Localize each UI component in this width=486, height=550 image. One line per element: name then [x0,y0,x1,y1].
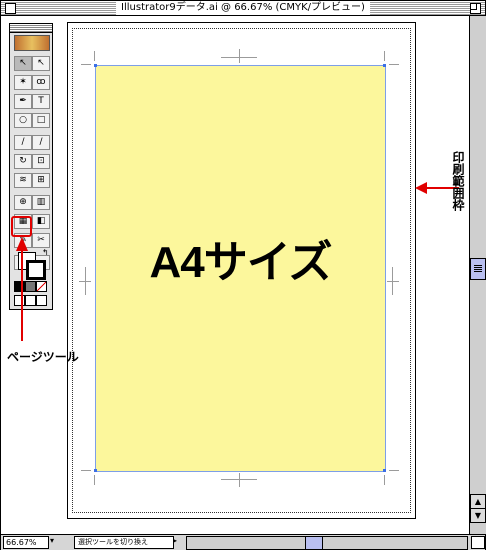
rectangle-tool-icon[interactable]: □ [32,113,50,128]
color-mode-icon[interactable] [14,281,25,292]
document-window: Illustrator9データ.ai @ 66.67% (CMYK/プレビュー)… [0,0,486,550]
horizontal-scrollbar[interactable] [186,536,468,550]
center-mark [239,473,240,487]
selection-tool-icon[interactable]: ↖ [14,56,32,71]
scissors-tool-icon[interactable]: ✂ [32,233,50,248]
stroke-swatch[interactable] [26,260,46,280]
center-mark [239,49,240,63]
type-tool-icon[interactable]: T [32,94,50,109]
illustrator-logo-icon[interactable] [14,35,50,51]
trim-mark [94,51,95,61]
trim-mark [389,470,399,471]
trim-mark [384,475,385,485]
center-mark [387,281,399,282]
resize-box-icon[interactable] [471,536,485,549]
vertical-scroll-thumb[interactable] [470,258,486,280]
graph-tool-icon[interactable]: ▥ [32,195,50,210]
center-mark [79,281,91,282]
scroll-down-arrow-icon[interactable]: ▼ [470,508,486,523]
full-screen-mode-icon[interactable] [36,295,47,306]
zoom-dropdown-arrow-icon[interactable]: ▾ [50,536,54,545]
trim-mark [94,475,95,485]
window-titlebar[interactable]: Illustrator9データ.ai @ 66.67% (CMYK/プレビュー) [1,1,485,16]
close-box-icon[interactable] [5,3,16,14]
magic-wand-tool-icon[interactable]: ✶ [14,75,32,90]
status-dropdown-arrow-icon[interactable]: ▸ [173,536,177,545]
page-tool-arrow [21,249,23,341]
gradient-tool-icon[interactable]: ◧ [32,214,50,229]
horizontal-scroll-thumb[interactable] [305,537,323,549]
page-tool-arrow-head-icon [16,237,28,251]
zoom-box-icon[interactable] [470,3,481,14]
trim-mark [81,64,91,65]
direct-selection-tool-icon[interactable]: ↖ [32,56,50,71]
rotate-tool-icon[interactable]: ↻ [14,154,32,169]
corner-anchor[interactable] [383,469,386,472]
lasso-tool-icon[interactable]: ꝏ [32,75,50,90]
free-transform-tool-icon[interactable]: ⊞ [32,173,50,188]
toolbox-palette: ↖↖✶ꝏ✒T○□∕∕↻⊡≋⊞⊕▥▦◧✎✂⬚⌕ ↰ [9,23,53,310]
gradient-mode-icon[interactable] [25,281,36,292]
full-screen-menu-mode-icon[interactable] [25,295,36,306]
standard-screen-mode-icon[interactable] [14,295,25,306]
swap-arrow-icon[interactable]: ↰ [42,248,49,257]
pencil-tool-icon[interactable]: ∕ [32,135,50,150]
trim-mark [389,64,399,65]
a4-page[interactable]: A4サイズ [95,65,386,472]
warp-tool-icon[interactable]: ≋ [14,173,32,188]
vertical-scrollbar[interactable]: ▲ ▼ [469,16,486,534]
trim-mark [384,51,385,61]
symbol-tool-icon[interactable]: ⊕ [14,195,32,210]
status-text: 選択ツールを切り換え [78,538,148,546]
corner-anchor[interactable] [94,469,97,472]
print-area-label: 印刷範囲枠 [451,151,465,211]
pen-tool-icon[interactable]: ✒ [14,94,32,109]
status-bar: 66.67% ▾ 選択ツールを切り換え ▸ [1,534,485,550]
page-main-text: A4サイズ [149,238,333,287]
scale-tool-icon[interactable]: ⊡ [32,154,50,169]
paintbrush-tool-icon[interactable]: ∕ [14,135,32,150]
status-popup-menu[interactable]: 選択ツールを切り換え [74,536,174,549]
window-title: Illustrator9データ.ai @ 66.67% (CMYK/プレビュー) [116,1,370,15]
ellipse-tool-icon[interactable]: ○ [14,113,32,128]
scroll-up-arrow-icon[interactable]: ▲ [470,494,486,509]
toolbox-titlebar[interactable] [10,24,52,33]
corner-anchor[interactable] [383,64,386,67]
page-tool-label: ページツール [7,350,79,364]
trim-mark [81,470,91,471]
corner-anchor[interactable] [94,64,97,67]
none-mode-icon[interactable] [36,281,47,292]
page-tool-highlight [11,216,32,237]
zoom-level-field[interactable]: 66.67% [3,536,49,549]
